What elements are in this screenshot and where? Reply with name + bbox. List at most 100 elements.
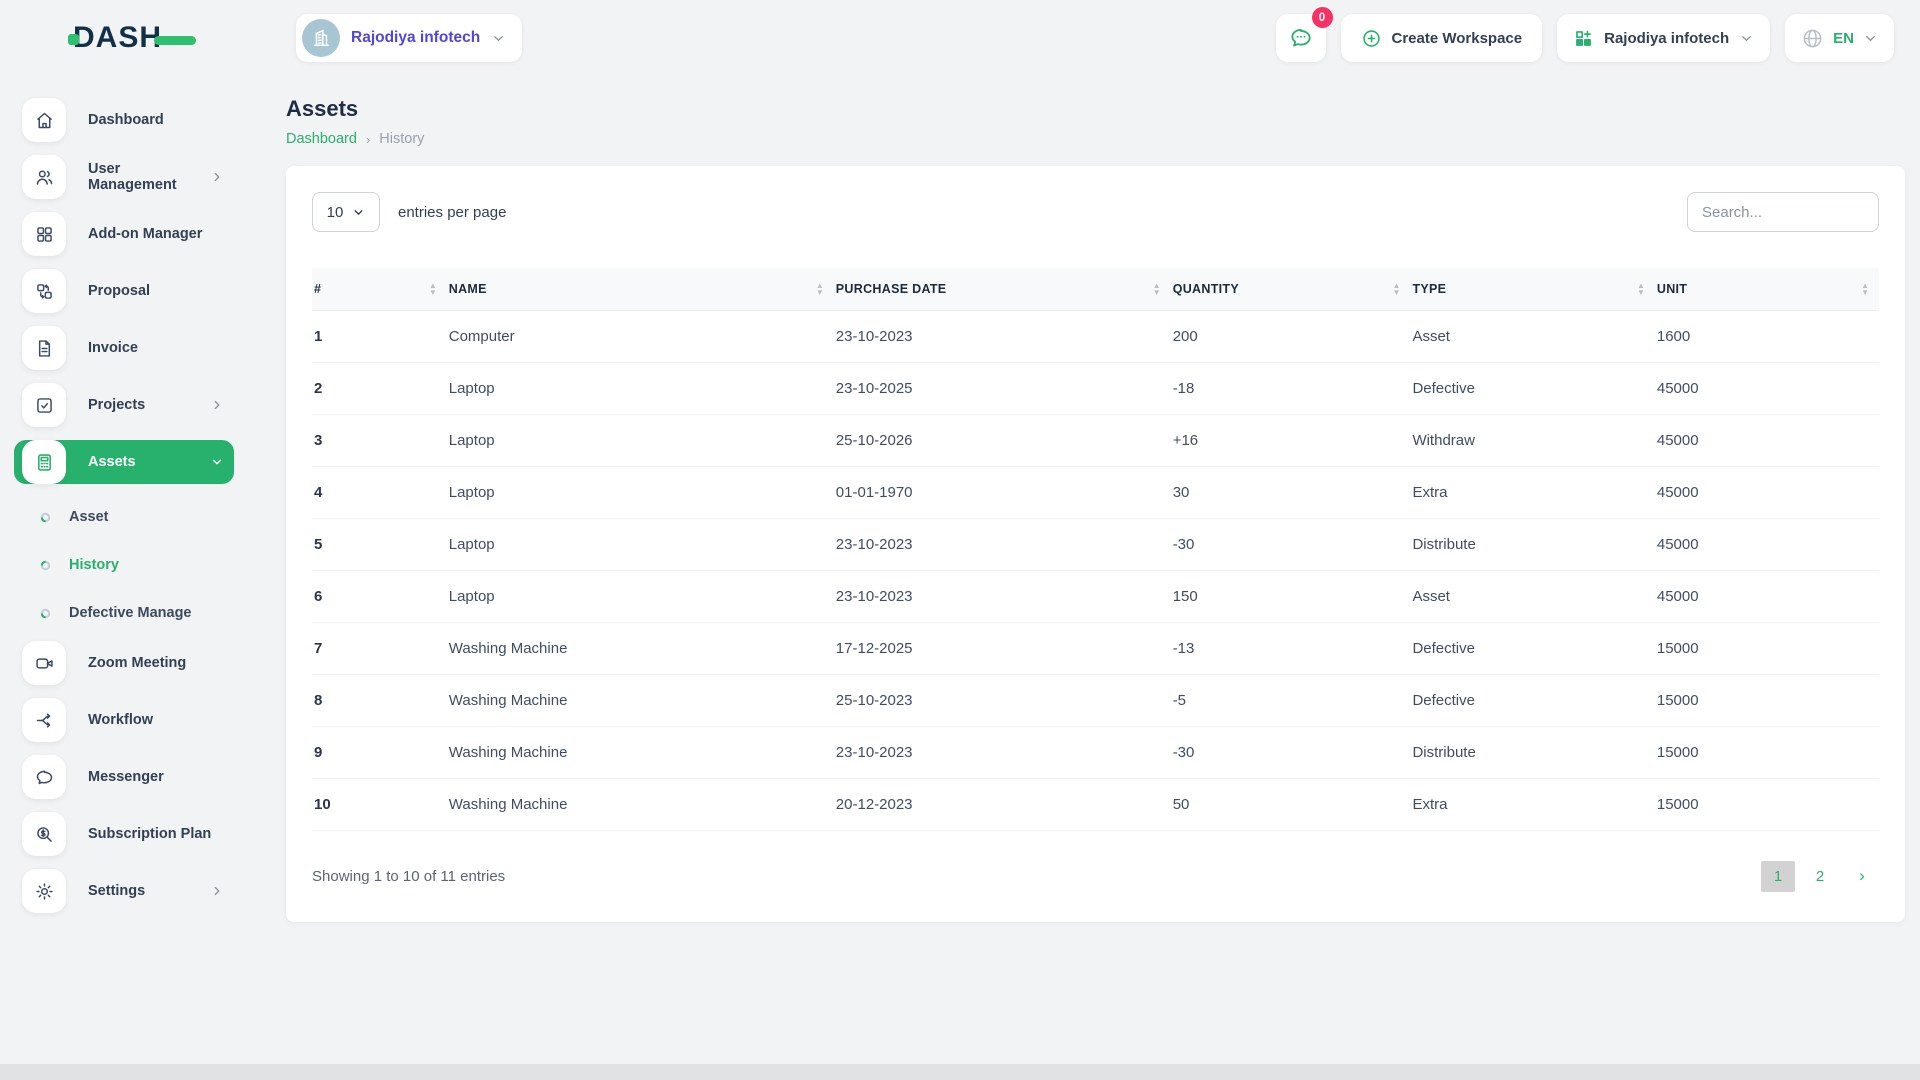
language-code: EN: [1833, 29, 1854, 47]
column-header-name[interactable]: NAME ▲ ▼: [446, 268, 834, 311]
workspace-name: Rajodiya infotech: [351, 29, 481, 46]
table-footer: Showing 1 to 10 of 11 entries 1 2 ›: [312, 860, 1879, 892]
language-dropdown[interactable]: EN: [1785, 14, 1894, 62]
table-row: 1 Computer 23-10-2023 200 Asset 1600: [312, 310, 1879, 363]
proposal-icon: [22, 269, 66, 313]
pagination: 1 2 ›: [1761, 860, 1879, 892]
sort-icon: ▲ ▼: [1392, 280, 1401, 297]
sidebar: Dashboard User Management Add-on Manager…: [0, 76, 248, 1080]
table-row: 9 Washing Machine 23-10-2023 -30 Distribute 1…: [312, 726, 1879, 779]
users-icon: [22, 155, 66, 199]
chat-bubble-icon: [1288, 25, 1314, 51]
table-row: 5 Laptop 23-10-2023 -30 Distribute 45000: [312, 518, 1879, 571]
home-icon: [22, 98, 66, 142]
sidebar-item-assets[interactable]: Assets: [14, 440, 234, 484]
bullet-ring-icon: [40, 512, 51, 523]
sort-icon: ▲ ▼: [1636, 280, 1645, 297]
table-row: 3 Laptop 25-10-2026 +16 Withdraw 45000: [312, 414, 1879, 467]
building-avatar-icon: [302, 19, 340, 57]
main-content: Assets Dashboard › History 10 entries pe…: [248, 76, 1920, 1080]
entries-per-page-select[interactable]: 10: [312, 192, 380, 232]
invoice-file-icon: [22, 326, 66, 370]
create-workspace-button[interactable]: Create Workspace: [1340, 14, 1543, 62]
history-table-card: 10 entries per page #▲▼ NAME▲▼ PURCHASE …: [286, 166, 1905, 922]
chevron-down-icon: [1739, 31, 1754, 46]
bullet-ring-icon: [40, 608, 51, 619]
topbar: DASH Rajodiya infotech 0 Create Workspac…: [0, 0, 1920, 76]
bullet-ring-icon: [40, 560, 51, 571]
subscription-search-icon: [22, 812, 66, 856]
showing-entries-text: Showing 1 to 10 of 11 entries: [312, 867, 506, 885]
breadcrumb-dashboard-link[interactable]: Dashboard: [286, 131, 357, 147]
sidebar-item-addon-manager[interactable]: Add-on Manager: [14, 212, 234, 256]
calculator-icon: [22, 440, 66, 484]
sidebar-item-dashboard[interactable]: Dashboard: [14, 98, 234, 142]
logo-text: DASH: [73, 21, 163, 54]
table-row: 7 Washing Machine 17-12-2025 -13 Defective 15…: [312, 622, 1879, 675]
entries-per-page-label: entries per page: [398, 203, 507, 221]
logo-dot-icon: [68, 33, 79, 45]
sidebar-item-zoom-meeting[interactable]: Zoom Meeting: [14, 641, 234, 685]
history-table: # ▲ ▼ NAME ▲ ▼ PURCHASE DATE ▲ ▼ QUANTITY ▲ ▼ TY…: [312, 268, 1879, 831]
breadcrumb-current: History: [379, 131, 425, 147]
sidebar-item-invoice[interactable]: Invoice: [14, 326, 234, 370]
bottom-strip: [0, 1064, 1920, 1080]
sort-icon: ▲ ▼: [1861, 280, 1869, 297]
table-row: 2 Laptop 23-10-2025 -18 Defective 45000: [312, 362, 1879, 415]
gear-icon: [22, 869, 66, 913]
page-title: Assets: [286, 96, 359, 121]
addon-grid-icon: [22, 212, 66, 256]
table-row: 4 Laptop 01-01-1970 30 Extra 45000: [312, 466, 1879, 519]
sidebar-item-messenger[interactable]: Messenger: [14, 755, 234, 799]
workspace-grid-icon: [1573, 28, 1594, 49]
video-camera-icon: [22, 641, 66, 685]
app-root: DASH Rajodiya infotech 0 Create Workspac…: [0, 0, 1920, 1080]
sidebar-item-workflow[interactable]: Workflow: [14, 698, 234, 742]
sort-icon: ▲ ▼: [1152, 280, 1161, 297]
chevron-down-icon: [210, 455, 224, 469]
breadcrumb: Dashboard › History: [286, 131, 1905, 147]
chevron-down-icon: [491, 31, 506, 46]
chevron-down-icon: [1863, 31, 1878, 46]
chevron-down-icon: [354, 209, 363, 215]
sidebar-item-proposal[interactable]: Proposal: [14, 269, 234, 313]
messenger-chat-icon: [22, 755, 66, 799]
column-header-type[interactable]: TYPE ▲ ▼: [1410, 268, 1655, 311]
logo-dash-icon: [154, 35, 197, 45]
sidebar-subitem-history[interactable]: History: [40, 545, 248, 585]
sidebar-subitem-asset[interactable]: Asset: [40, 497, 248, 537]
sidebar-item-subscription-plan[interactable]: Subscription Plan: [14, 812, 234, 856]
brand-logo[interactable]: DASH: [0, 21, 248, 55]
topbar-actions: 0 Create Workspace Rajodiya infotech EN: [1275, 7, 1920, 62]
workspace-selector[interactable]: Rajodiya infotech: [296, 14, 523, 62]
column-header-unit[interactable]: UNIT ▲ ▼: [1654, 268, 1879, 311]
check-square-icon: [22, 383, 66, 427]
sidebar-item-settings[interactable]: Settings: [14, 869, 234, 913]
column-header-quantity[interactable]: QUANTITY ▲ ▼: [1170, 268, 1411, 311]
pagination-page-2[interactable]: 2: [1803, 861, 1837, 892]
table-row: 10 Washing Machine 20-12-2023 50 Extra 15000: [312, 778, 1879, 831]
table-row: 6 Laptop 23-10-2023 150 Asset 45000: [312, 570, 1879, 623]
messages-button[interactable]: 0: [1275, 7, 1333, 62]
plus-circle-icon: [1361, 28, 1382, 49]
company-dropdown[interactable]: Rajodiya infotech: [1557, 14, 1771, 62]
sidebar-item-user-management[interactable]: User Management: [14, 155, 234, 199]
notification-badge: 0: [1311, 7, 1333, 28]
chevron-right-icon: [210, 170, 224, 184]
pagination-page-1[interactable]: 1: [1761, 860, 1795, 892]
table-row: 8 Washing Machine 25-10-2023 -5 Defective 150…: [312, 674, 1879, 727]
breadcrumb-separator: ›: [365, 131, 371, 147]
sort-icon: ▲ ▼: [815, 280, 824, 297]
chevron-right-icon: [210, 398, 224, 412]
table-header-row: # ▲ ▼ NAME ▲ ▼ PURCHASE DATE ▲ ▼ QUANTITY ▲ ▼ TY…: [312, 268, 1879, 311]
column-header-purchase-date[interactable]: PURCHASE DATE ▲ ▼: [833, 268, 1171, 311]
column-header-index[interactable]: # ▲ ▼: [312, 268, 447, 311]
sidebar-item-projects[interactable]: Projects: [14, 383, 234, 427]
globe-icon: [1801, 27, 1824, 50]
pagination-next-button[interactable]: ›: [1845, 861, 1879, 892]
search-input[interactable]: [1687, 192, 1879, 232]
sidebar-subitem-defective-manage[interactable]: Defective Manage: [40, 593, 248, 633]
table-controls: 10 entries per page: [312, 192, 1879, 232]
sort-icon: ▲ ▼: [428, 280, 437, 297]
chevron-right-icon: [210, 884, 224, 898]
